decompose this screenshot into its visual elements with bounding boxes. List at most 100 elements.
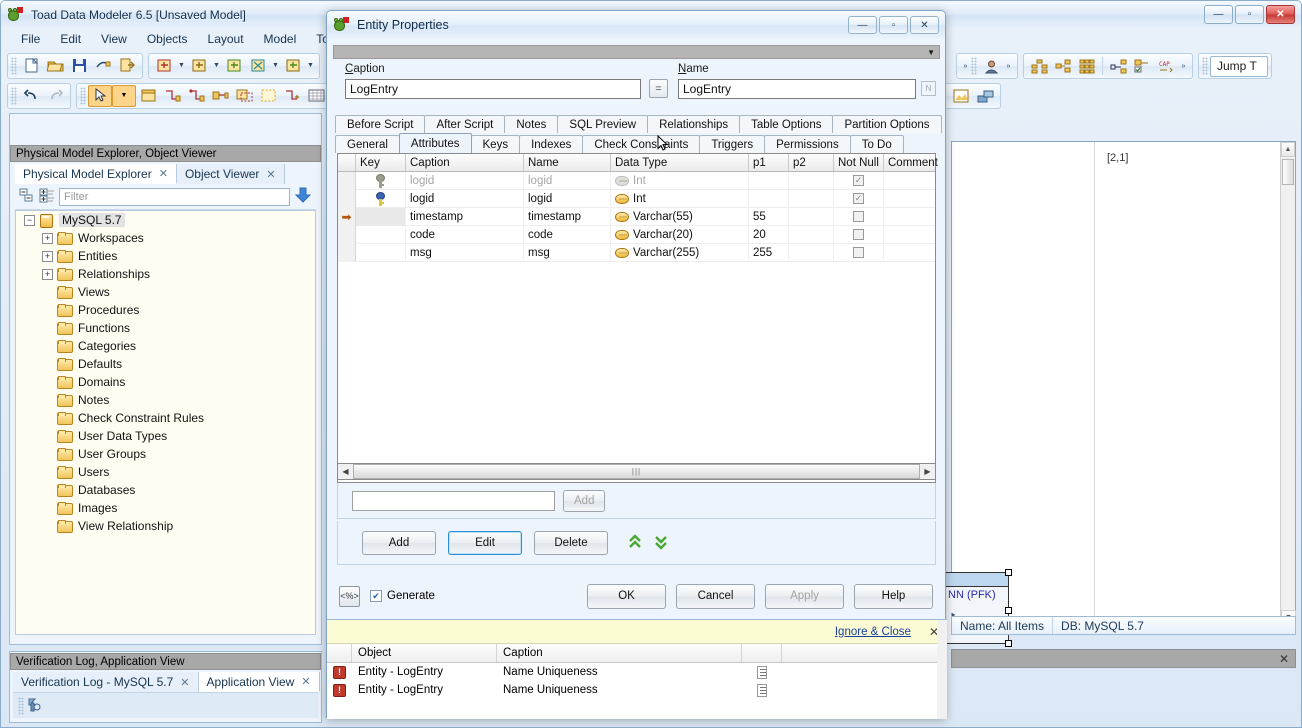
dialog-tab-triggers[interactable]: Triggers (699, 135, 766, 153)
name-convention-button[interactable]: N (921, 81, 936, 96)
ok-button[interactable]: OK (587, 583, 666, 609)
scroll-up-icon[interactable]: ▲ (1281, 142, 1295, 157)
chevron-down-icon[interactable]: ▼ (270, 55, 281, 77)
not-null-cell[interactable]: ✓ (834, 189, 884, 208)
toolbar-grip[interactable] (80, 86, 86, 105)
save-as-icon[interactable] (91, 55, 115, 77)
add-model-yellow-icon[interactable] (187, 55, 211, 77)
dialog-tab-notes[interactable]: Notes (504, 115, 559, 133)
tree-node-notes[interactable]: Notes (16, 391, 315, 409)
name-input[interactable]: LogEntry (678, 79, 916, 99)
quick-add-input[interactable] (352, 490, 555, 511)
relation-diagram-icon[interactable] (1106, 55, 1130, 77)
toolbar-grip[interactable] (1202, 57, 1208, 75)
tree-node-view-relationship[interactable]: View Relationship (16, 517, 315, 535)
jump-to-input[interactable]: Jump T (1210, 55, 1268, 77)
close-icon[interactable]: ✕ (266, 168, 275, 181)
tree-node-user-groups[interactable]: User Groups (16, 445, 315, 463)
add-model-cyan-icon[interactable] (246, 55, 270, 77)
hierarchical-layout-icon[interactable] (1027, 55, 1051, 77)
name-cell[interactable]: code (524, 225, 611, 244)
export-script-icon[interactable] (115, 55, 139, 77)
grid-col-caption[interactable]: Caption (406, 154, 524, 171)
model-tree[interactable]: − MySQL 5.7 + Workspaces + Entities + Relatio… (15, 210, 316, 635)
application-view-tool-icon[interactable] (26, 696, 43, 716)
scroll-left-icon[interactable]: ◀ (338, 464, 353, 479)
dialog-tab-check-constraints[interactable]: Check Constraints (582, 135, 701, 153)
p2-cell[interactable] (789, 207, 834, 226)
object-cell[interactable]: Entity - LogEntry (352, 681, 497, 699)
attribute-row[interactable]: ➡ timestamp timestamp Varchar(55) 55 (338, 207, 935, 226)
connection-icon[interactable] (973, 85, 997, 107)
close-icon[interactable]: ✕ (301, 675, 310, 688)
not-null-checkbox[interactable] (853, 247, 864, 258)
caption-input[interactable]: LogEntry (345, 79, 641, 99)
tree-node-users[interactable]: Users (16, 463, 315, 481)
p1-cell[interactable]: 20 (749, 225, 789, 244)
not-null-checkbox[interactable] (853, 229, 864, 240)
user-icon[interactable] (979, 55, 1003, 77)
toolbar-grip[interactable] (18, 696, 24, 715)
datatype-cell[interactable]: Int (611, 171, 749, 190)
resize-handle-middle-right[interactable] (1005, 607, 1012, 614)
tree-node-entities[interactable]: + Entities (16, 247, 315, 265)
undo-icon[interactable] (19, 85, 43, 107)
verification-row[interactable]: ! Entity - LogEntry Name Uniqueness (327, 663, 947, 681)
redo-icon[interactable] (43, 85, 67, 107)
dialog-tab-keys[interactable]: Keys (470, 135, 521, 153)
menu-view[interactable]: View (91, 29, 137, 49)
p2-cell[interactable] (789, 171, 834, 190)
object-cell[interactable]: Entity - LogEntry (352, 663, 497, 681)
tree-node-domains[interactable]: Domains (16, 373, 315, 391)
apply-button[interactable]: Apply (765, 583, 844, 609)
verification-col-caption[interactable]: Caption (497, 644, 742, 662)
verification-row[interactable]: ! Entity - LogEntry Name Uniqueness (327, 681, 947, 699)
note-cell[interactable] (742, 681, 782, 699)
key-cell[interactable] (356, 189, 406, 208)
generate-checkbox[interactable]: ✔ (370, 590, 382, 602)
add-note-icon[interactable] (280, 85, 304, 107)
p1-cell[interactable] (749, 189, 789, 208)
comment-cell[interactable] (884, 208, 935, 226)
resize-handle-bottom-right[interactable] (1005, 640, 1012, 647)
menu-layout[interactable]: Layout (198, 29, 254, 49)
attribute-row[interactable]: logid logid Int ✓ (338, 171, 935, 190)
caption-cell[interactable]: logid (406, 171, 524, 190)
caption-cell[interactable]: code (406, 225, 524, 244)
expand-toggle-icon[interactable]: + (42, 268, 53, 280)
dialog-tab-partition-options[interactable]: Partition Options (832, 115, 942, 133)
name-cell[interactable]: logid (524, 189, 611, 208)
not-null-cell[interactable] (834, 225, 884, 244)
grid-col-p1[interactable]: p1 (749, 154, 789, 171)
new-entity-icon[interactable] (136, 85, 160, 107)
relationship-many-icon[interactable] (184, 85, 208, 107)
row-selector[interactable] (338, 171, 356, 190)
tree-node-functions[interactable]: Functions (16, 319, 315, 337)
add-model-green-icon[interactable] (222, 55, 246, 77)
key-cell[interactable] (356, 243, 406, 262)
tree-node-root[interactable]: − MySQL 5.7 (16, 211, 315, 229)
cancel-button[interactable]: Cancel (676, 583, 755, 609)
grid-col-p2[interactable]: p2 (789, 154, 834, 171)
menu-file[interactable]: File (11, 29, 50, 49)
dialog-tab-to-do[interactable]: To Do (849, 135, 904, 153)
name-cell[interactable]: msg (524, 243, 611, 262)
note-icon[interactable] (757, 683, 767, 697)
dialog-tab-sql-preview[interactable]: SQL Preview (557, 115, 649, 133)
not-null-cell[interactable]: ✓ (834, 171, 884, 190)
save-icon[interactable] (67, 55, 91, 77)
maximize-button[interactable]: ▫ (1235, 5, 1264, 24)
toolbar-grip[interactable] (11, 56, 17, 75)
note-icon[interactable] (757, 665, 767, 679)
grid-view-icon[interactable] (304, 85, 328, 107)
dialog-tab-indexes[interactable]: Indexes (519, 135, 584, 153)
minimize-button[interactable]: — (1204, 5, 1233, 24)
chevron-down-icon[interactable]: ▼ (927, 48, 935, 57)
comment-cell[interactable] (884, 172, 935, 190)
capital-caption-icon[interactable]: CAP (1154, 55, 1178, 77)
collapse-toggle-icon[interactable]: − (24, 214, 35, 226)
move-up-icon[interactable] (628, 533, 642, 553)
add-button[interactable]: Add (362, 530, 436, 555)
expand-toggle-icon[interactable]: + (42, 232, 53, 244)
open-folder-icon[interactable] (43, 55, 67, 77)
